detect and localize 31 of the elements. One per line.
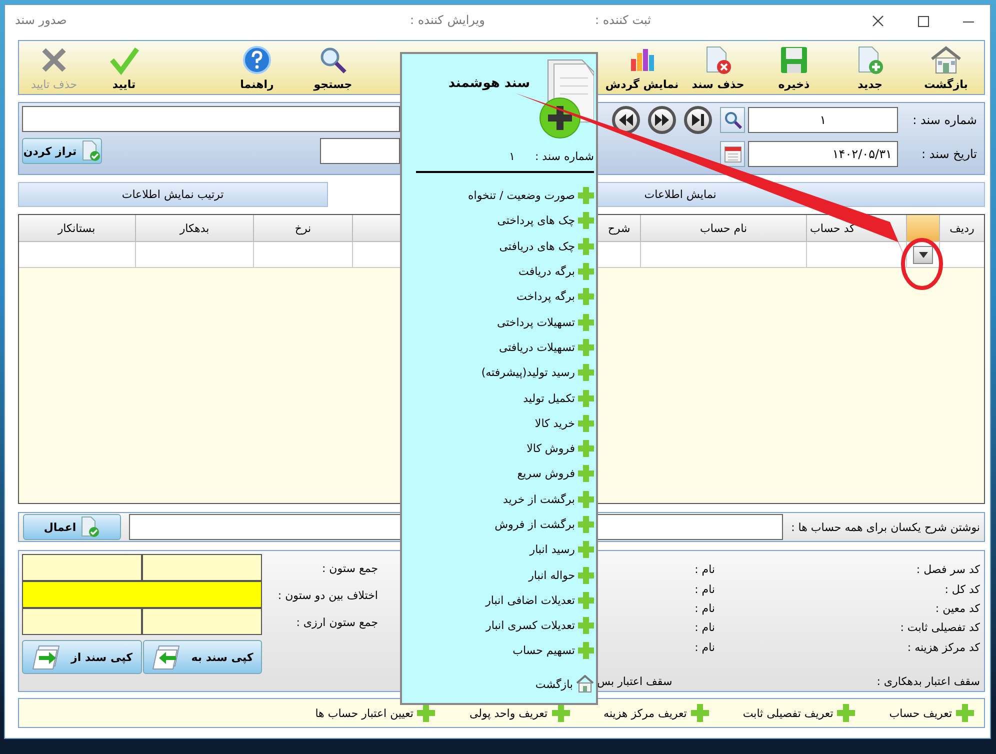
code-label: کد کل : — [944, 582, 980, 596]
code-label: کد مرکز هزینه : — [906, 640, 980, 654]
name-label: نام : — [694, 582, 715, 596]
document-number-label: شماره سند : — [912, 112, 978, 126]
name-label: نام : — [694, 640, 715, 654]
column-header: نام حساب — [640, 215, 806, 242]
registrar-label: ثبت کننده : — [595, 13, 651, 27]
code-label: کد تفصیلی ثابت : — [899, 621, 980, 634]
code-label: کد سر فصل : — [915, 563, 980, 576]
editor-label: ویرایش کننده : — [410, 13, 485, 27]
description-label: نوشتن شرح یکسان برای همه حساب ها : — [791, 520, 980, 534]
code-label: کد معین : — [934, 602, 980, 616]
menu-title: سند هوشمند — [448, 76, 530, 91]
column-header: بدهکار — [135, 215, 253, 242]
window-title: صدور سند — [15, 13, 67, 27]
section-header: ترتیب نمایش اطلاعات — [18, 182, 328, 207]
total-label: اختلاف بین دو ستون : — [276, 588, 378, 604]
debit-limit-label: سقف اعتبار بدهکاری : — [876, 675, 980, 688]
column-header: شرح — [597, 215, 640, 242]
name-label: نام : — [694, 563, 715, 576]
document-number: ۱ — [509, 150, 515, 163]
column-header: نرخ — [253, 215, 352, 242]
total-label: جمع ستون ارزی : — [295, 614, 378, 631]
total-label: جمع ستون : — [320, 560, 378, 577]
column-header: بستانکار — [19, 215, 135, 242]
credit-limit-label: سقف اعتبار بس — [597, 675, 672, 688]
document-number-label: شماره سند : — [534, 150, 594, 163]
name-label: نام : — [694, 621, 715, 634]
column-header: ردیف — [939, 215, 984, 242]
name-label: نام : — [694, 602, 715, 616]
document-date-label: تاریخ سند : — [920, 146, 978, 160]
